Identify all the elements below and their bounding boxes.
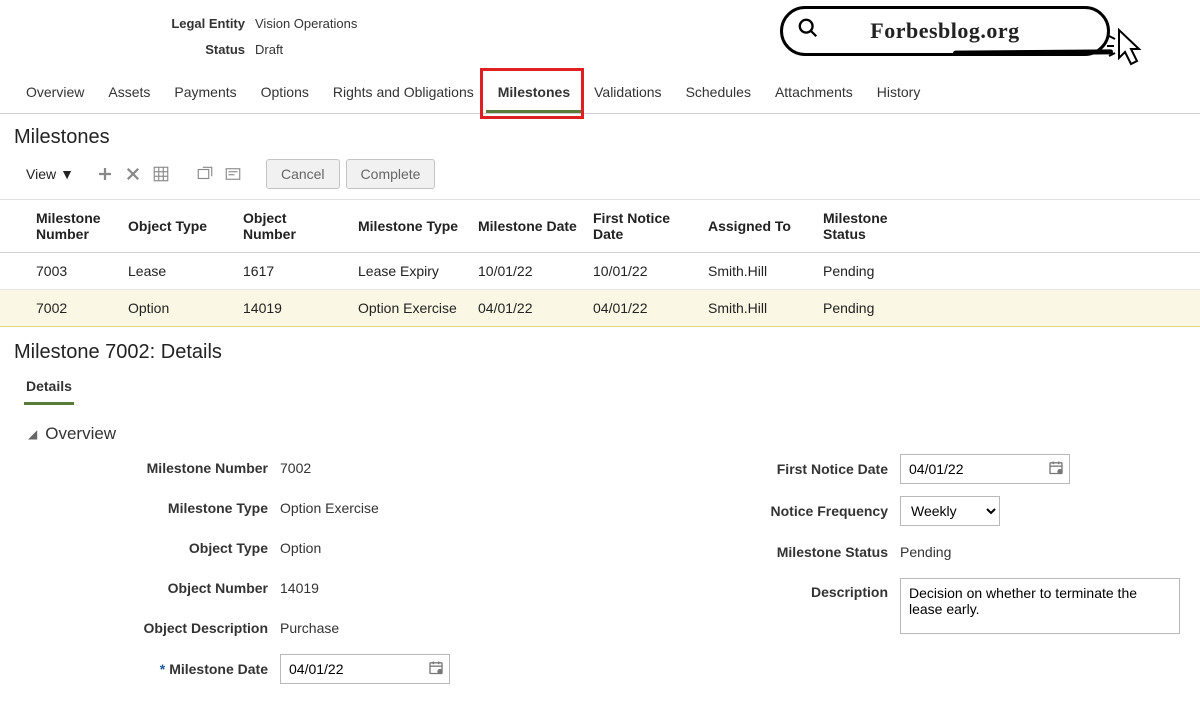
object-type-label: Object Type: [20, 540, 280, 556]
object-desc-value: Purchase: [280, 620, 339, 636]
view-dropdown[interactable]: View ▼: [26, 166, 74, 182]
details-form: Milestone Number 7002 Milestone Type Opt…: [0, 454, 1200, 716]
milestone-number-value: 7002: [280, 460, 311, 476]
table-row[interactable]: 7002 Option 14019 Option Exercise 04/01/…: [0, 290, 1200, 327]
chevron-down-icon: ▼: [60, 166, 74, 182]
tab-options[interactable]: Options: [249, 74, 321, 113]
wrap-icon[interactable]: [222, 163, 244, 185]
milestones-table: MilestoneNumber Object Type Object Numbe…: [0, 199, 1200, 327]
milestone-status-label: Milestone Status: [610, 544, 900, 560]
details-subtabs: Details: [0, 370, 1200, 406]
watermark-text: Forbesblog.org: [870, 18, 1019, 44]
tab-payments[interactable]: Payments: [162, 74, 248, 113]
add-icon[interactable]: [94, 163, 116, 185]
tab-milestones[interactable]: Milestones: [486, 74, 582, 113]
col-object-type[interactable]: Object Type: [120, 200, 235, 253]
site-watermark: Forbesblog.org: [780, 6, 1110, 56]
status-label: Status: [0, 42, 255, 57]
legal-entity-label: Legal Entity: [0, 16, 255, 31]
milestone-status-value: Pending: [900, 544, 951, 560]
milestones-toolbar: View ▼ Cancel Complete: [0, 155, 1200, 199]
object-desc-label: Object Description: [20, 620, 280, 636]
delete-icon[interactable]: [122, 163, 144, 185]
description-textarea[interactable]: [900, 578, 1180, 634]
view-label: View: [26, 166, 56, 182]
tab-validations[interactable]: Validations: [582, 74, 673, 113]
detach-icon[interactable]: [194, 163, 216, 185]
first-notice-label: First Notice Date: [610, 461, 900, 477]
col-milestone-date[interactable]: Milestone Date: [470, 200, 585, 253]
notice-freq-select[interactable]: Weekly: [900, 496, 1000, 526]
col-milestone-type[interactable]: Milestone Type: [350, 200, 470, 253]
col-object-number[interactable]: Object Number: [235, 200, 350, 253]
cursor-icon: [1105, 28, 1155, 81]
legal-entity-value: Vision Operations: [255, 16, 357, 31]
cancel-button[interactable]: Cancel: [266, 159, 340, 189]
grid-icon[interactable]: [150, 163, 172, 185]
first-notice-input[interactable]: [900, 454, 1070, 484]
tab-attachments[interactable]: Attachments: [763, 74, 865, 113]
description-label: Description: [610, 578, 900, 600]
milestones-title: Milestones: [0, 114, 1200, 155]
tab-history[interactable]: History: [865, 74, 933, 113]
overview-panel-header[interactable]: ◢ Overview: [0, 410, 1200, 454]
col-assigned-to[interactable]: Assigned To: [700, 200, 815, 253]
calendar-icon[interactable]: [428, 660, 444, 679]
table-row[interactable]: 7003 Lease 1617 Lease Expiry 10/01/22 10…: [0, 253, 1200, 290]
tab-assets[interactable]: Assets: [96, 74, 162, 113]
object-number-label: Object Number: [20, 580, 280, 596]
col-milestone-number[interactable]: MilestoneNumber: [0, 200, 120, 253]
tab-overview[interactable]: Overview: [14, 74, 96, 113]
tab-schedules[interactable]: Schedules: [674, 74, 763, 113]
object-number-value: 14019: [280, 580, 319, 596]
object-type-value: Option: [280, 540, 321, 556]
col-milestone-status[interactable]: MilestoneStatus: [815, 200, 1200, 253]
col-first-notice[interactable]: First NoticeDate: [585, 200, 700, 253]
status-value: Draft: [255, 42, 283, 57]
milestone-date-label: *Milestone Date: [20, 661, 280, 677]
complete-button[interactable]: Complete: [346, 159, 436, 189]
tab-rights[interactable]: Rights and Obligations: [321, 74, 486, 113]
calendar-icon[interactable]: [1048, 460, 1064, 479]
milestone-date-input[interactable]: [280, 654, 450, 684]
milestone-number-label: Milestone Number: [20, 460, 280, 476]
search-icon: [797, 17, 819, 45]
subtab-details[interactable]: Details: [24, 370, 74, 405]
milestone-type-label: Milestone Type: [20, 500, 280, 516]
overview-label: Overview: [45, 424, 116, 444]
milestone-type-value: Option Exercise: [280, 500, 379, 516]
details-title: Milestone 7002: Details: [0, 327, 1200, 370]
notice-freq-label: Notice Frequency: [610, 503, 900, 519]
collapse-icon: ◢: [28, 427, 37, 441]
main-tabs: Overview Assets Payments Options Rights …: [0, 74, 1200, 114]
